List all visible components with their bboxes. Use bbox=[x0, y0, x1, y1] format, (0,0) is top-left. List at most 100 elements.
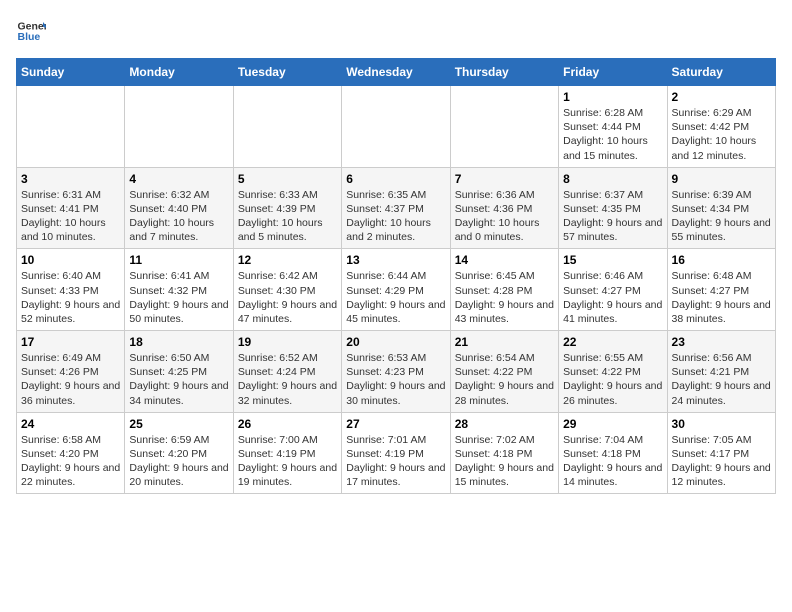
day-number: 5 bbox=[238, 172, 337, 186]
calendar-cell: 18 Sunrise: 6:50 AMSunset: 4:25 PMDayligh… bbox=[125, 331, 233, 413]
logo: General Blue bbox=[16, 16, 50, 46]
day-number: 8 bbox=[563, 172, 662, 186]
calendar-cell: 24 Sunrise: 6:58 AMSunset: 4:20 PMDayligh… bbox=[17, 412, 125, 494]
calendar-cell: 15 Sunrise: 6:46 AMSunset: 4:27 PMDayligh… bbox=[559, 249, 667, 331]
day-info: Sunrise: 6:39 AMSunset: 4:34 PMDaylight:… bbox=[672, 188, 771, 245]
day-number: 6 bbox=[346, 172, 445, 186]
calendar-table: SundayMondayTuesdayWednesdayThursdayFrid… bbox=[16, 58, 776, 494]
calendar-cell bbox=[342, 86, 450, 168]
day-of-week-header: Thursday bbox=[450, 59, 558, 86]
day-info: Sunrise: 7:04 AMSunset: 4:18 PMDaylight:… bbox=[563, 433, 662, 490]
calendar-cell: 5 Sunrise: 6:33 AMSunset: 4:39 PMDaylight… bbox=[233, 167, 341, 249]
day-number: 11 bbox=[129, 253, 228, 267]
calendar-cell: 9 Sunrise: 6:39 AMSunset: 4:34 PMDaylight… bbox=[667, 167, 775, 249]
day-info: Sunrise: 6:56 AMSunset: 4:21 PMDaylight:… bbox=[672, 351, 771, 408]
calendar-cell: 22 Sunrise: 6:55 AMSunset: 4:22 PMDayligh… bbox=[559, 331, 667, 413]
calendar-cell: 1 Sunrise: 6:28 AMSunset: 4:44 PMDaylight… bbox=[559, 86, 667, 168]
day-info: Sunrise: 6:59 AMSunset: 4:20 PMDaylight:… bbox=[129, 433, 228, 490]
day-number: 22 bbox=[563, 335, 662, 349]
day-of-week-header: Tuesday bbox=[233, 59, 341, 86]
calendar-cell: 6Sunrise: 6:35 AMSunset: 4:37 PMDaylight… bbox=[342, 167, 450, 249]
day-info: Sunrise: 7:05 AMSunset: 4:17 PMDaylight:… bbox=[672, 433, 771, 490]
calendar-cell: 2 Sunrise: 6:29 AMSunset: 4:42 PMDaylight… bbox=[667, 86, 775, 168]
calendar-cell: 30 Sunrise: 7:05 AMSunset: 4:17 PMDayligh… bbox=[667, 412, 775, 494]
day-number: 15 bbox=[563, 253, 662, 267]
calendar-week-row: 10 Sunrise: 6:40 AMSunset: 4:33 PMDayligh… bbox=[17, 249, 776, 331]
day-info: Sunrise: 6:55 AMSunset: 4:22 PMDaylight:… bbox=[563, 351, 662, 408]
day-number: 12 bbox=[238, 253, 337, 267]
calendar-cell: 14Sunrise: 6:45 AMSunset: 4:28 PMDayligh… bbox=[450, 249, 558, 331]
day-number: 19 bbox=[238, 335, 337, 349]
calendar-cell bbox=[233, 86, 341, 168]
calendar-cell: 12Sunrise: 6:42 AMSunset: 4:30 PMDayligh… bbox=[233, 249, 341, 331]
day-number: 13 bbox=[346, 253, 445, 267]
calendar-cell: 26 Sunrise: 7:00 AMSunset: 4:19 PMDayligh… bbox=[233, 412, 341, 494]
calendar-cell: 7 Sunrise: 6:36 AMSunset: 4:36 PMDaylight… bbox=[450, 167, 558, 249]
day-info: Sunrise: 6:48 AMSunset: 4:27 PMDaylight:… bbox=[672, 269, 771, 326]
logo-icon: General Blue bbox=[16, 16, 46, 46]
day-number: 21 bbox=[455, 335, 554, 349]
day-number: 14 bbox=[455, 253, 554, 267]
calendar-cell: 8Sunrise: 6:37 AMSunset: 4:35 PMDaylight… bbox=[559, 167, 667, 249]
day-info: Sunrise: 7:01 AMSunset: 4:19 PMDaylight:… bbox=[346, 433, 445, 490]
calendar-cell: 3Sunrise: 6:31 AMSunset: 4:41 PMDaylight… bbox=[17, 167, 125, 249]
calendar-cell: 11 Sunrise: 6:41 AMSunset: 4:32 PMDayligh… bbox=[125, 249, 233, 331]
day-number: 24 bbox=[21, 417, 120, 431]
day-info: Sunrise: 6:46 AMSunset: 4:27 PMDaylight:… bbox=[563, 269, 662, 326]
day-number: 25 bbox=[129, 417, 228, 431]
calendar-cell bbox=[17, 86, 125, 168]
day-number: 17 bbox=[21, 335, 120, 349]
calendar-cell: 25 Sunrise: 6:59 AMSunset: 4:20 PMDayligh… bbox=[125, 412, 233, 494]
calendar-cell: 19Sunrise: 6:52 AMSunset: 4:24 PMDayligh… bbox=[233, 331, 341, 413]
day-of-week-header: Friday bbox=[559, 59, 667, 86]
day-info: Sunrise: 6:50 AMSunset: 4:25 PMDaylight:… bbox=[129, 351, 228, 408]
calendar-header-row: SundayMondayTuesdayWednesdayThursdayFrid… bbox=[17, 59, 776, 86]
day-info: Sunrise: 6:31 AMSunset: 4:41 PMDaylight:… bbox=[21, 188, 120, 245]
day-number: 29 bbox=[563, 417, 662, 431]
calendar-cell: 21 Sunrise: 6:54 AMSunset: 4:22 PMDayligh… bbox=[450, 331, 558, 413]
day-info: Sunrise: 7:00 AMSunset: 4:19 PMDaylight:… bbox=[238, 433, 337, 490]
day-of-week-header: Saturday bbox=[667, 59, 775, 86]
day-number: 9 bbox=[672, 172, 771, 186]
calendar-cell: 28 Sunrise: 7:02 AMSunset: 4:18 PMDayligh… bbox=[450, 412, 558, 494]
calendar-cell: 13 Sunrise: 6:44 AMSunset: 4:29 PMDayligh… bbox=[342, 249, 450, 331]
day-info: Sunrise: 6:33 AMSunset: 4:39 PMDaylight:… bbox=[238, 188, 337, 245]
day-number: 18 bbox=[129, 335, 228, 349]
calendar-cell bbox=[125, 86, 233, 168]
day-info: Sunrise: 6:54 AMSunset: 4:22 PMDaylight:… bbox=[455, 351, 554, 408]
day-number: 30 bbox=[672, 417, 771, 431]
day-number: 27 bbox=[346, 417, 445, 431]
day-number: 2 bbox=[672, 90, 771, 104]
calendar-cell: 27 Sunrise: 7:01 AMSunset: 4:19 PMDayligh… bbox=[342, 412, 450, 494]
day-number: 16 bbox=[672, 253, 771, 267]
day-info: Sunrise: 6:40 AMSunset: 4:33 PMDaylight:… bbox=[21, 269, 120, 326]
calendar-cell: 10 Sunrise: 6:40 AMSunset: 4:33 PMDayligh… bbox=[17, 249, 125, 331]
calendar-week-row: 24 Sunrise: 6:58 AMSunset: 4:20 PMDayligh… bbox=[17, 412, 776, 494]
day-info: Sunrise: 6:58 AMSunset: 4:20 PMDaylight:… bbox=[21, 433, 120, 490]
day-number: 1 bbox=[563, 90, 662, 104]
day-info: Sunrise: 6:44 AMSunset: 4:29 PMDaylight:… bbox=[346, 269, 445, 326]
calendar-cell: 20Sunrise: 6:53 AMSunset: 4:23 PMDayligh… bbox=[342, 331, 450, 413]
day-number: 10 bbox=[21, 253, 120, 267]
calendar-week-row: 3Sunrise: 6:31 AMSunset: 4:41 PMDaylight… bbox=[17, 167, 776, 249]
day-info: Sunrise: 6:41 AMSunset: 4:32 PMDaylight:… bbox=[129, 269, 228, 326]
day-number: 28 bbox=[455, 417, 554, 431]
calendar-cell: 16 Sunrise: 6:48 AMSunset: 4:27 PMDayligh… bbox=[667, 249, 775, 331]
calendar-cell: 29 Sunrise: 7:04 AMSunset: 4:18 PMDayligh… bbox=[559, 412, 667, 494]
day-info: Sunrise: 7:02 AMSunset: 4:18 PMDaylight:… bbox=[455, 433, 554, 490]
page-header: General Blue bbox=[16, 16, 776, 46]
calendar-week-row: 17 Sunrise: 6:49 AMSunset: 4:26 PMDayligh… bbox=[17, 331, 776, 413]
day-of-week-header: Sunday bbox=[17, 59, 125, 86]
day-info: Sunrise: 6:29 AMSunset: 4:42 PMDaylight:… bbox=[672, 106, 771, 163]
day-info: Sunrise: 6:28 AMSunset: 4:44 PMDaylight:… bbox=[563, 106, 662, 163]
day-number: 7 bbox=[455, 172, 554, 186]
day-number: 23 bbox=[672, 335, 771, 349]
day-number: 26 bbox=[238, 417, 337, 431]
day-of-week-header: Monday bbox=[125, 59, 233, 86]
calendar-cell: 17 Sunrise: 6:49 AMSunset: 4:26 PMDayligh… bbox=[17, 331, 125, 413]
day-info: Sunrise: 6:32 AMSunset: 4:40 PMDaylight:… bbox=[129, 188, 228, 245]
calendar-cell bbox=[450, 86, 558, 168]
day-of-week-header: Wednesday bbox=[342, 59, 450, 86]
day-info: Sunrise: 6:49 AMSunset: 4:26 PMDaylight:… bbox=[21, 351, 120, 408]
day-info: Sunrise: 6:36 AMSunset: 4:36 PMDaylight:… bbox=[455, 188, 554, 245]
